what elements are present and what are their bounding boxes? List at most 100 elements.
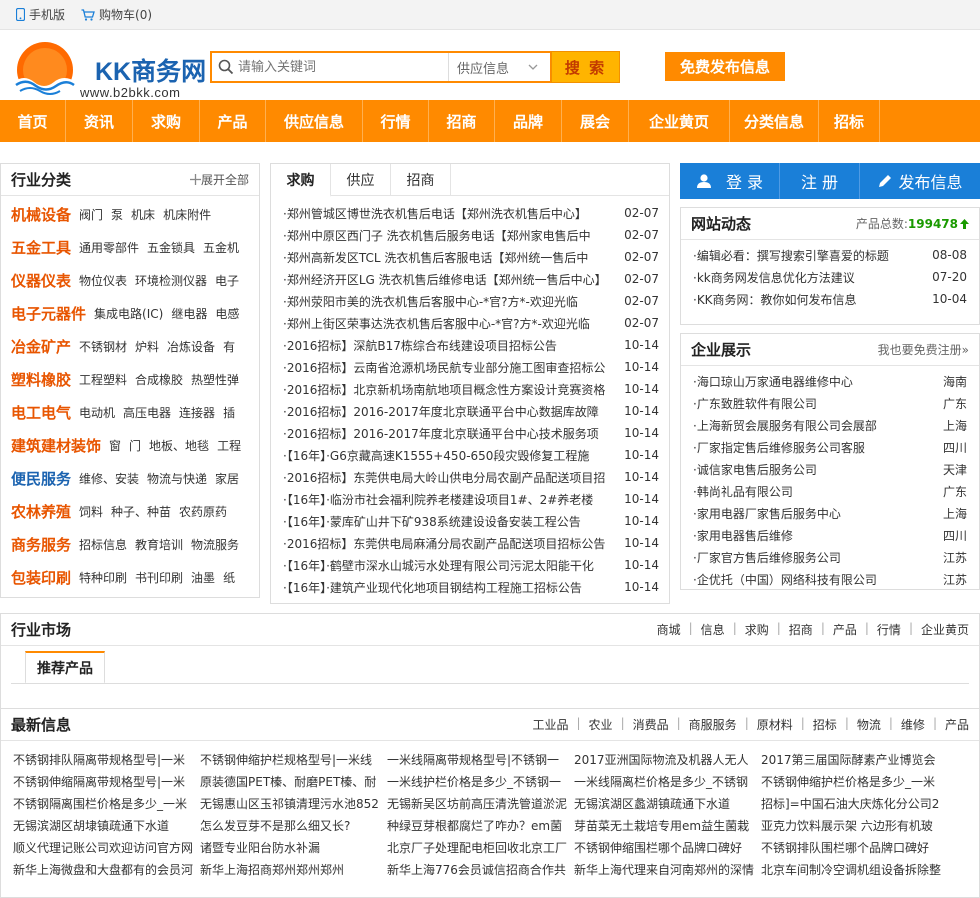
subcategory-link[interactable]: 门 [129,437,141,454]
enterprise-link[interactable]: ·厂家指定售后维修服务公司客服 [693,439,865,456]
latest-info-link[interactable]: 顺义代理记账公司欢迎访问官方网 [13,837,200,859]
latest-info-link[interactable]: 不锈钢伸缩护栏规格型号|一米线 [200,749,387,771]
subcategory-link[interactable]: 窗 [109,437,121,454]
latest-info-link[interactable]: 新华上海776会员诚信招商合作共 [387,859,574,881]
category-name[interactable]: 冶金矿产 [11,336,71,357]
subcategory-link[interactable]: 物流服务 [191,536,239,553]
tab-invest[interactable]: 招商 [391,164,451,195]
news-title-link[interactable]: ·2016招标】2016-2017年度北京联通平台中心数据库故障 [283,403,613,420]
category-name[interactable]: 机械设备 [11,204,71,225]
subcategory-link[interactable]: 种子、种苗 [111,503,171,520]
enterprise-link[interactable]: ·企优托（中国）网络科技有限公司 [693,571,877,588]
latest-info-link[interactable]: 原装德国PET榛、耐磨PET榛、耐 [200,771,387,793]
enterprise-link[interactable]: ·家用电器售后维修 [693,527,793,544]
login-button[interactable]: 登 录 [680,163,780,199]
subcategory-link[interactable]: 电感 [215,305,239,322]
latest-info-link[interactable]: 不锈钢伸缩围栏哪个品牌口碑好 [574,837,761,859]
section-link[interactable]: 招标 [813,716,837,733]
nav-item[interactable]: 品牌 [495,100,562,142]
subcategory-link[interactable]: 热塑性弹 [191,371,239,388]
subcategory-link[interactable]: 工程塑料 [79,371,127,388]
latest-info-link[interactable]: 一米线隔离栏价格是多少_不锈钢 [574,771,761,793]
subcategory-link[interactable]: 油墨 [191,569,215,586]
subcategory-link[interactable]: 集成电路(IC) [94,305,163,322]
section-link[interactable]: 物流 [857,716,881,733]
nav-item[interactable]: 企业黄页 [629,100,730,142]
subcategory-link[interactable]: 招标信息 [79,536,127,553]
enterprise-link[interactable]: ·韩尚礼品有限公司 [693,483,793,500]
latest-info-link[interactable]: 不锈钢排队隔离带规格型号|一米 [13,749,200,771]
latest-info-link[interactable]: 无锡滨湖区蠡湖镇疏通下水道 [574,793,761,815]
section-link[interactable]: 原材料 [757,716,793,733]
category-name[interactable]: 电工电气 [11,402,71,423]
news-title-link[interactable]: ·郑州荥阳市美的洗衣机售后客服中心-*官?方*-欢迎光临 [283,293,613,310]
section-link[interactable]: 工业品 [532,716,568,733]
expand-all-link[interactable]: 展开全部 [189,171,249,188]
latest-info-link[interactable]: 种绿豆芽根都腐烂了咋办？em菌 [387,815,574,837]
subcategory-link[interactable]: 教育培训 [135,536,183,553]
nav-item[interactable]: 招商 [429,100,495,142]
nav-item[interactable]: 分类信息 [730,100,819,142]
latest-info-link[interactable]: 新华上海微盘和大盘都有的会员河 [13,859,200,881]
latest-info-link[interactable]: 无锡新吴区坊前高压清洗管道淤泥 [387,793,574,815]
enterprise-link[interactable]: ·海口琼山万家通电器维修中心 [693,373,853,390]
latest-info-link[interactable]: 芽苗菜无土栽培专用em益生菌栽 [574,815,761,837]
enterprise-link[interactable]: ·家用电器厂家售后服务中心 [693,505,841,522]
latest-info-link[interactable]: 不锈钢伸缩护栏价格是多少_一米 [761,771,948,793]
nav-item[interactable]: 供应信息 [266,100,363,142]
register-button[interactable]: 注 册 [780,163,860,199]
subcategory-link[interactable]: 机床附件 [163,206,211,223]
latest-info-link[interactable]: 怎么发豆芽不是那么细又长? [200,815,387,837]
mobile-link[interactable]: 手机版 [16,6,65,23]
subcategory-link[interactable]: 书刊印刷 [135,569,183,586]
latest-info-link[interactable]: 2017亚洲国际物流及机器人无人 [574,749,761,771]
subcategory-link[interactable]: 电子 [215,272,239,289]
subcategory-link[interactable]: 五金锁具 [147,239,195,256]
site-news-link[interactable]: ·编辑必看：撰写搜索引擎喜爱的标题 [693,247,913,264]
latest-info-link[interactable]: 不锈钢隔离围栏价格是多少_一米 [13,793,200,815]
nav-item[interactable]: 资讯 [66,100,133,142]
section-link[interactable]: 商城 [657,621,681,638]
subcategory-link[interactable]: 特种印刷 [79,569,127,586]
subcategory-link[interactable]: 通用零部件 [79,239,139,256]
nav-item[interactable]: 产品 [200,100,266,142]
category-name[interactable]: 商务服务 [11,534,71,555]
subcategory-link[interactable]: 有 [223,338,235,355]
news-title-link[interactable]: ·【16年】·建筑产业现代化地项目钢结构工程施工招标公告 [283,579,613,596]
section-link[interactable]: 行情 [877,621,901,638]
news-title-link[interactable]: ·2016招标】深航B17栋综合布线建设项目招标公告 [283,337,613,354]
latest-info-link[interactable]: 一米线护栏价格是多少_不锈钢一 [387,771,574,793]
subcategory-link[interactable]: 饲料 [79,503,103,520]
tab-buy[interactable]: 求购 [271,164,331,197]
subcategory-link[interactable]: 机床 [131,206,155,223]
latest-info-link[interactable]: 无锡惠山区玉祁镇清理污水池852 [200,793,387,815]
latest-info-link[interactable]: 亚克力饮料展示架 六边形有机玻 [761,815,948,837]
nav-item[interactable]: 首页 [0,100,66,142]
latest-info-link[interactable]: 北京厂子处理配电柜回收北京工厂 [387,837,574,859]
section-link[interactable]: 产品 [833,621,857,638]
latest-info-link[interactable]: 北京车间制冷空调机组设备拆除整 [761,859,948,881]
section-link[interactable]: 商服服务 [689,716,737,733]
enterprise-link[interactable]: ·广东致胜软件有限公司 [693,395,817,412]
latest-info-link[interactable]: 新华上海招商郑州郑州郑州 [200,859,387,881]
nav-item[interactable]: 求购 [133,100,200,142]
section-link[interactable]: 信息 [701,621,725,638]
subcategory-link[interactable]: 五金机 [203,239,239,256]
section-link[interactable]: 企业黄页 [921,621,969,638]
news-title-link[interactable]: ·郑州管城区博世洗衣机售后电话【郑州洗衣机售后中心】 [283,205,613,222]
latest-info-link[interactable]: 2017第三届国际酵素产业博览会 [761,749,948,771]
category-name[interactable]: 建筑建材装饰 [11,435,101,456]
free-publish-button[interactable]: 免费发布信息 [665,52,785,81]
section-link[interactable]: 产品 [945,716,969,733]
subcategory-link[interactable]: 工程 [217,437,241,454]
tab-supply[interactable]: 供应 [331,164,391,195]
subcategory-link[interactable]: 环境检测仪器 [135,272,207,289]
subcategory-link[interactable]: 电动机 [79,404,115,421]
cart-link[interactable]: 购物车(0) [81,6,152,23]
subcategory-link[interactable]: 维修、安装 [79,470,139,487]
section-link[interactable]: 求购 [745,621,769,638]
news-title-link[interactable]: ·【16年】·临汾市社会福利院养老楼建设项目1#、2#养老楼 [283,491,613,508]
category-name[interactable]: 仪器仪表 [11,270,71,291]
news-title-link[interactable]: ·2016招标】东莞供电局大岭山供电分局农副产品配送项目招 [283,469,613,486]
subcategory-link[interactable]: 阀门 [79,206,103,223]
